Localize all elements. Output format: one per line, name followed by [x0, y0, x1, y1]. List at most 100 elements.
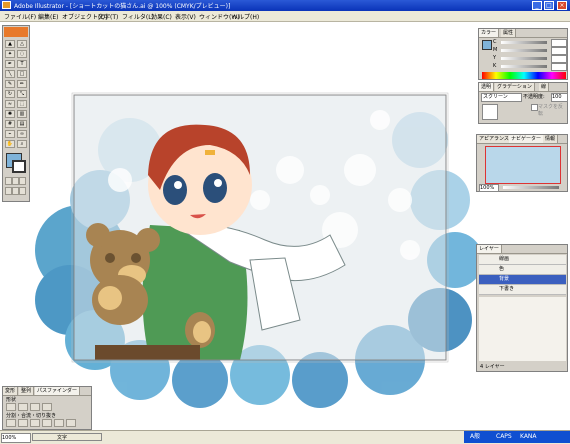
rotate-tool-icon[interactable]: ↻	[5, 90, 15, 98]
channel-m-slider[interactable]	[501, 49, 547, 52]
none-mode-icon[interactable]	[19, 177, 26, 185]
line-tool-icon[interactable]: ╲	[5, 70, 15, 78]
layer-row-lineart[interactable]: 線画	[479, 255, 566, 265]
menu-help[interactable]: ヘルプ(H)	[232, 12, 259, 21]
zoom-field[interactable]: 100%	[1, 433, 31, 443]
tab-attributes[interactable]: 属性	[501, 29, 517, 37]
invert-mask-checkbox[interactable]	[531, 104, 538, 111]
fullscreen-menu-icon[interactable]	[12, 187, 19, 195]
channel-k-slider[interactable]	[501, 65, 547, 68]
tab-pathfinder[interactable]: パスファインダー	[35, 387, 81, 395]
minus-back-button[interactable]	[66, 419, 76, 427]
tab-align[interactable]: 整列	[19, 387, 35, 395]
tab-gradient[interactable]: グラデーション	[495, 83, 535, 91]
symbol-sprayer-tool-icon[interactable]: ✺	[5, 110, 15, 118]
hand-tool-icon[interactable]: ✋	[5, 140, 15, 148]
free-transform-tool-icon[interactable]: ⬚	[17, 100, 27, 108]
navigator-preview[interactable]	[485, 146, 561, 184]
eyedropper-tool-icon[interactable]: ⌁	[5, 130, 15, 138]
shape-modes-label: 形状	[6, 397, 17, 403]
current-tool-status[interactable]: 文字	[32, 433, 102, 441]
tab-color[interactable]: カラー	[479, 29, 500, 37]
warp-tool-icon[interactable]: ≈	[5, 100, 15, 108]
scale-tool-icon[interactable]: ⤡	[17, 90, 27, 98]
layers-panel: レイヤー 線画 色 背景 下書き 4 レイヤー	[476, 244, 568, 372]
channel-m-value[interactable]	[551, 47, 567, 55]
zoom-tool-icon[interactable]: ⌕	[17, 140, 27, 148]
layers-panel-tabs: レイヤー	[477, 245, 567, 254]
pathfinder-panel: 変形 整列 パスファインダー 形状 分割・合流・切り抜き	[2, 386, 92, 430]
document-canvas[interactable]	[0, 22, 478, 430]
paintbrush-tool-icon[interactable]: ✎	[5, 80, 15, 88]
outline-button[interactable]	[54, 419, 64, 427]
kana-indicator: KANA	[520, 433, 537, 440]
type-tool-icon[interactable]: T	[17, 60, 27, 68]
layer-row-background[interactable]: 背景	[479, 275, 566, 285]
navigator-zoom-field[interactable]: 100%	[479, 184, 499, 192]
navigator-zoom-slider[interactable]	[503, 186, 559, 189]
channel-c-slider[interactable]	[501, 41, 547, 44]
channel-c-value[interactable]	[551, 39, 567, 47]
illustrator-logo-icon	[4, 27, 28, 37]
direct-selection-tool-icon[interactable]: △	[17, 40, 27, 48]
menu-view[interactable]: 表示(V)	[175, 12, 196, 21]
tab-appearance[interactable]: アピアランス	[477, 135, 512, 143]
minimize-button[interactable]: _	[532, 1, 542, 10]
gradient-tool-icon[interactable]: ▤	[17, 120, 27, 128]
pencil-tool-icon[interactable]: ✏	[17, 80, 27, 88]
intersect-button[interactable]	[30, 403, 40, 411]
graph-tool-icon[interactable]: ▥	[17, 110, 27, 118]
caps-indicator: CAPS	[496, 433, 512, 440]
ime-language[interactable]: A般	[470, 431, 480, 443]
stroke-color-swatch[interactable]	[12, 160, 26, 173]
menu-edit[interactable]: 編集(E)	[38, 12, 58, 21]
illustrator-app-icon[interactable]	[2, 1, 11, 9]
exclude-button[interactable]	[42, 403, 52, 411]
tab-info[interactable]: 情報	[543, 135, 559, 143]
opacity-input[interactable]: 100	[551, 93, 568, 102]
channel-y-value[interactable]	[551, 55, 567, 63]
fullscreen-icon[interactable]	[19, 187, 26, 195]
tab-stroke[interactable]: 線	[539, 83, 550, 91]
menu-filter[interactable]: フィルタ(L)	[122, 12, 154, 21]
menu-type[interactable]: 文字(T)	[98, 12, 118, 21]
trim-button[interactable]	[18, 419, 28, 427]
blend-tool-icon[interactable]: ∞	[17, 130, 27, 138]
tab-layers[interactable]: レイヤー	[477, 245, 502, 253]
minus-front-button[interactable]	[18, 403, 28, 411]
fill-swatch[interactable]	[482, 40, 492, 50]
lasso-tool-icon[interactable]: ◌	[17, 50, 27, 58]
unite-button[interactable]	[6, 403, 16, 411]
gradient-mode-icon[interactable]	[12, 177, 19, 185]
transparency-panel-tabs: 透明 グラデーション 線	[479, 83, 567, 92]
pen-tool-icon[interactable]: ✒	[5, 60, 15, 68]
tab-transform[interactable]: 変形	[3, 387, 19, 395]
magic-wand-tool-icon[interactable]: ✦	[5, 50, 15, 58]
color-panel-tabs: カラー 属性	[479, 29, 567, 38]
close-button[interactable]: ×	[557, 1, 567, 10]
maximize-button[interactable]: □	[544, 1, 554, 10]
tab-transparency[interactable]: 透明	[479, 83, 495, 91]
layer-name: 線画	[499, 256, 510, 262]
mesh-tool-icon[interactable]: #	[5, 120, 15, 128]
menu-effect[interactable]: 効果(C)	[151, 12, 172, 21]
color-spectrum-bar[interactable]	[482, 72, 566, 79]
channel-m-label: M	[493, 47, 498, 53]
channel-k-label: K	[493, 63, 497, 69]
layer-row-sketch[interactable]: 下書き	[479, 285, 566, 295]
merge-button[interactable]	[30, 419, 40, 427]
selection-tool-icon[interactable]: ▲	[5, 40, 15, 48]
divide-button[interactable]	[6, 419, 16, 427]
color-mode-icon[interactable]	[5, 177, 12, 185]
channel-y-slider[interactable]	[501, 57, 547, 60]
crop-button[interactable]	[42, 419, 52, 427]
system-tray: A般 CAPS KANA	[464, 431, 570, 443]
menu-file[interactable]: ファイル(F)	[4, 12, 36, 21]
title-bar: Adobe Illustrator - [ショートカットの猫さん.ai @ 10…	[0, 0, 570, 11]
blend-mode-select[interactable]: スクリーン	[481, 93, 522, 102]
standard-screen-icon[interactable]	[5, 187, 12, 195]
channel-k-value[interactable]	[551, 63, 567, 71]
tab-navigator[interactable]: ナビゲーター	[509, 135, 545, 143]
layer-row-color[interactable]: 色	[479, 265, 566, 275]
rectangle-tool-icon[interactable]: □	[17, 70, 27, 78]
